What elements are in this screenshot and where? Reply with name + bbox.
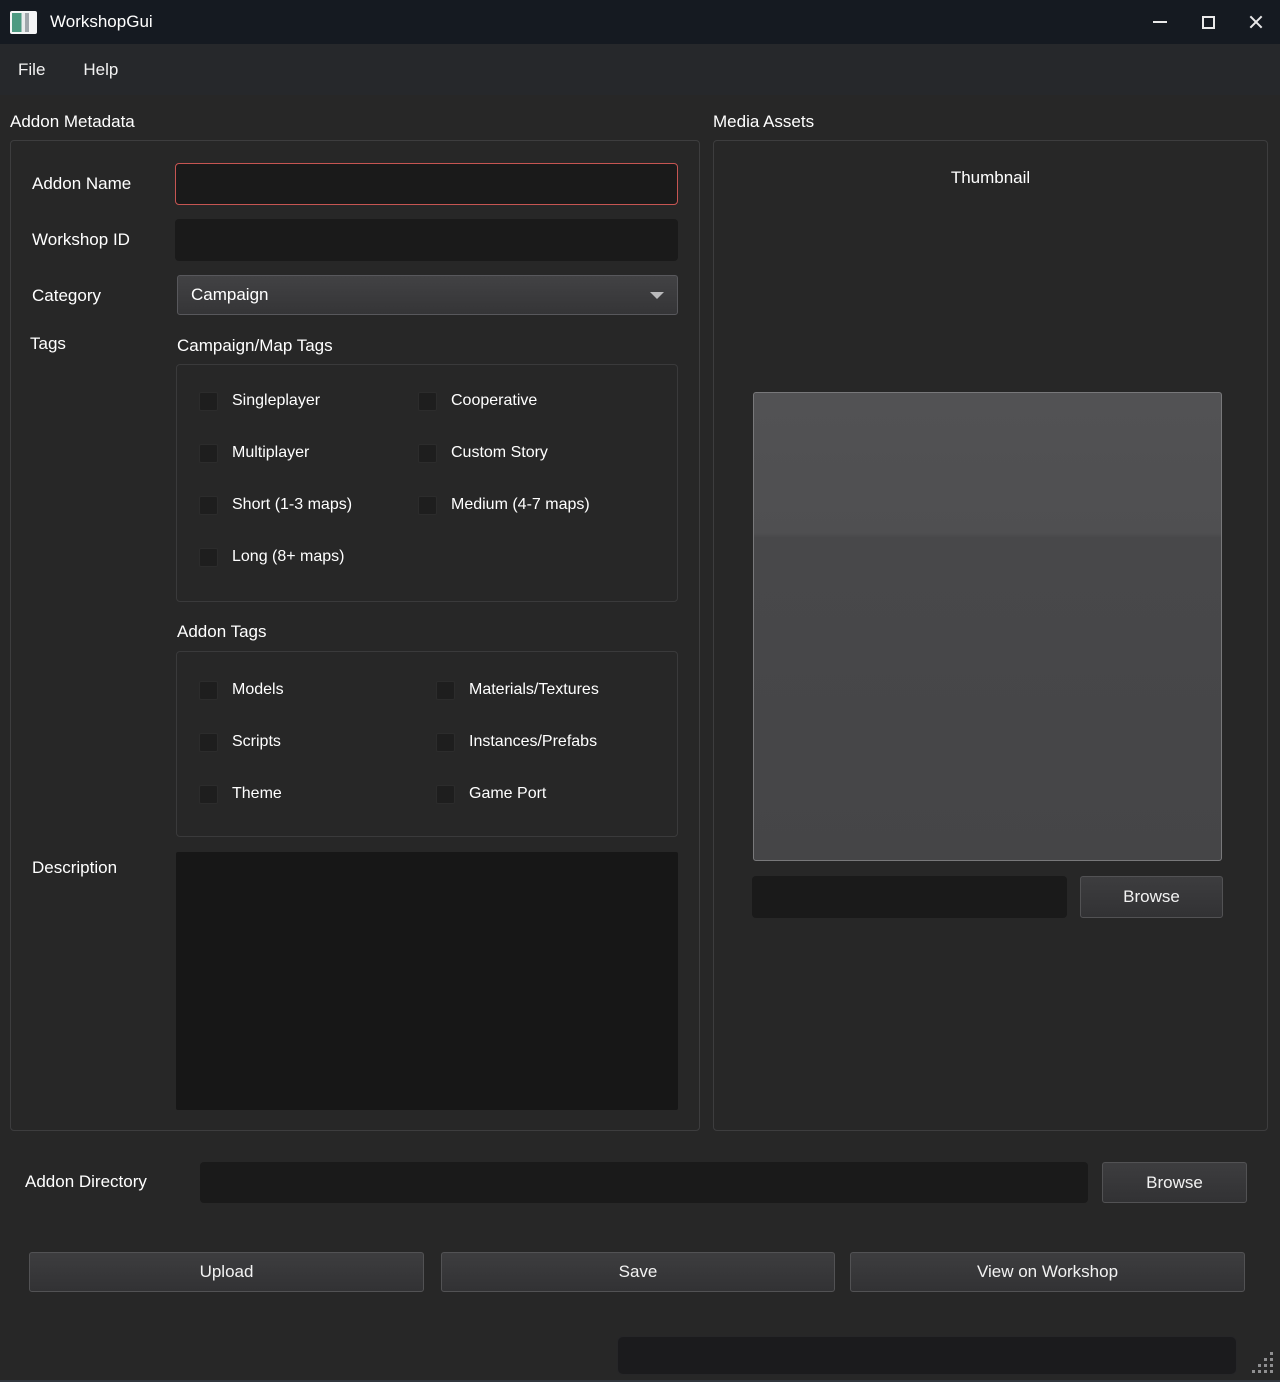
thumbnail-path-input[interactable] <box>752 876 1067 918</box>
checkbox-icon[interactable] <box>418 444 437 463</box>
tag-checkbox-row[interactable]: Cooperative <box>418 392 677 411</box>
addon-name-label: Addon Name <box>32 174 131 194</box>
tag-checkbox-row[interactable]: Custom Story <box>418 444 677 463</box>
tag-checkbox-row[interactable]: Models <box>199 681 436 700</box>
workshop-id-input[interactable] <box>175 219 678 261</box>
close-icon <box>1248 14 1264 30</box>
tag-checkbox-label: Multiplayer <box>232 444 309 462</box>
status-progress-bar <box>617 1336 1237 1375</box>
addon-directory-input[interactable] <box>200 1162 1088 1203</box>
chevron-down-icon <box>650 292 664 299</box>
maximize-button[interactable] <box>1184 0 1232 44</box>
checkbox-icon[interactable] <box>199 681 218 700</box>
menu-item-help[interactable]: Help <box>79 57 122 83</box>
addon-tags-grid: Models Materials/Textures Scripts Instan… <box>177 652 677 820</box>
thumbnail-preview <box>753 392 1222 861</box>
menu-item-file[interactable]: File <box>14 57 49 83</box>
checkbox-icon[interactable] <box>199 785 218 804</box>
workshop-id-label: Workshop ID <box>32 230 130 250</box>
titlebar: WorkshopGui <box>0 0 1280 44</box>
addon-directory-label: Addon Directory <box>25 1172 147 1192</box>
media-assets-section-title: Media Assets <box>713 112 814 132</box>
campaign-tags-title: Campaign/Map Tags <box>177 336 333 356</box>
tag-checkbox-row[interactable]: Materials/Textures <box>436 681 677 700</box>
tag-checkbox-label: Singleplayer <box>232 392 320 410</box>
tag-checkbox-label: Game Port <box>469 785 546 803</box>
tag-checkbox-row[interactable]: Game Port <box>436 785 677 804</box>
resize-grip-icon[interactable] <box>1252 1352 1274 1374</box>
close-button[interactable] <box>1232 0 1280 44</box>
tag-checkbox-row[interactable]: Medium (4-7 maps) <box>418 496 677 515</box>
tag-checkbox-row[interactable]: Instances/Prefabs <box>436 733 677 752</box>
minimize-button[interactable] <box>1136 0 1184 44</box>
checkbox-icon[interactable] <box>199 733 218 752</box>
checkbox-icon[interactable] <box>199 392 218 411</box>
tag-checkbox-label: Custom Story <box>451 444 548 462</box>
checkbox-icon[interactable] <box>199 496 218 515</box>
category-selected-value: Campaign <box>191 285 269 305</box>
tag-checkbox-label: Long (8+ maps) <box>232 548 345 566</box>
tag-checkbox-row[interactable]: Scripts <box>199 733 436 752</box>
checkbox-icon[interactable] <box>418 392 437 411</box>
window-title: WorkshopGui <box>50 12 153 32</box>
checkbox-icon[interactable] <box>436 785 455 804</box>
tag-checkbox-label: Materials/Textures <box>469 681 599 699</box>
campaign-tags-groupbox: Singleplayer Cooperative Multiplayer Cus… <box>176 364 678 602</box>
tag-checkbox-label: Cooperative <box>451 392 537 410</box>
tag-checkbox-label: Instances/Prefabs <box>469 733 597 751</box>
addon-name-input[interactable] <box>175 163 678 205</box>
minimize-icon <box>1153 21 1167 23</box>
tag-checkbox-row[interactable]: Singleplayer <box>199 392 418 411</box>
thumbnail-label: Thumbnail <box>713 168 1268 188</box>
tag-checkbox-row[interactable]: Long (8+ maps) <box>199 548 418 567</box>
description-textarea[interactable] <box>176 852 678 1110</box>
tag-checkbox-label: Scripts <box>232 733 281 751</box>
tag-checkbox-row[interactable]: Theme <box>199 785 436 804</box>
app-icon <box>10 11 37 34</box>
thumbnail-browse-button[interactable]: Browse <box>1080 876 1223 918</box>
tags-label: Tags <box>30 334 66 354</box>
tag-checkbox-label: Short (1-3 maps) <box>232 496 352 514</box>
addon-directory-browse-button[interactable]: Browse <box>1102 1162 1247 1203</box>
tag-checkbox-label: Models <box>232 681 284 699</box>
addon-tags-groupbox: Models Materials/Textures Scripts Instan… <box>176 651 678 837</box>
menubar: File Help <box>0 44 1280 95</box>
tag-checkbox-label: Theme <box>232 785 282 803</box>
checkbox-icon[interactable] <box>436 681 455 700</box>
save-button[interactable]: Save <box>441 1252 835 1292</box>
description-label: Description <box>32 858 117 878</box>
checkbox-icon[interactable] <box>418 496 437 515</box>
tag-checkbox-row[interactable]: Short (1-3 maps) <box>199 496 418 515</box>
addon-metadata-section-title: Addon Metadata <box>10 112 135 132</box>
tag-checkbox-label: Medium (4-7 maps) <box>451 496 590 514</box>
category-label: Category <box>32 286 101 306</box>
upload-button[interactable]: Upload <box>29 1252 424 1292</box>
maximize-icon <box>1202 16 1215 29</box>
window-controls <box>1136 0 1280 44</box>
tag-checkbox-row[interactable]: Multiplayer <box>199 444 418 463</box>
checkbox-icon[interactable] <box>436 733 455 752</box>
view-on-workshop-button[interactable]: View on Workshop <box>850 1252 1245 1292</box>
campaign-tags-grid: Singleplayer Cooperative Multiplayer Cus… <box>177 365 677 583</box>
addon-tags-title: Addon Tags <box>177 622 266 642</box>
checkbox-icon[interactable] <box>199 548 218 567</box>
category-select[interactable]: Campaign <box>177 275 678 315</box>
checkbox-icon[interactable] <box>199 444 218 463</box>
